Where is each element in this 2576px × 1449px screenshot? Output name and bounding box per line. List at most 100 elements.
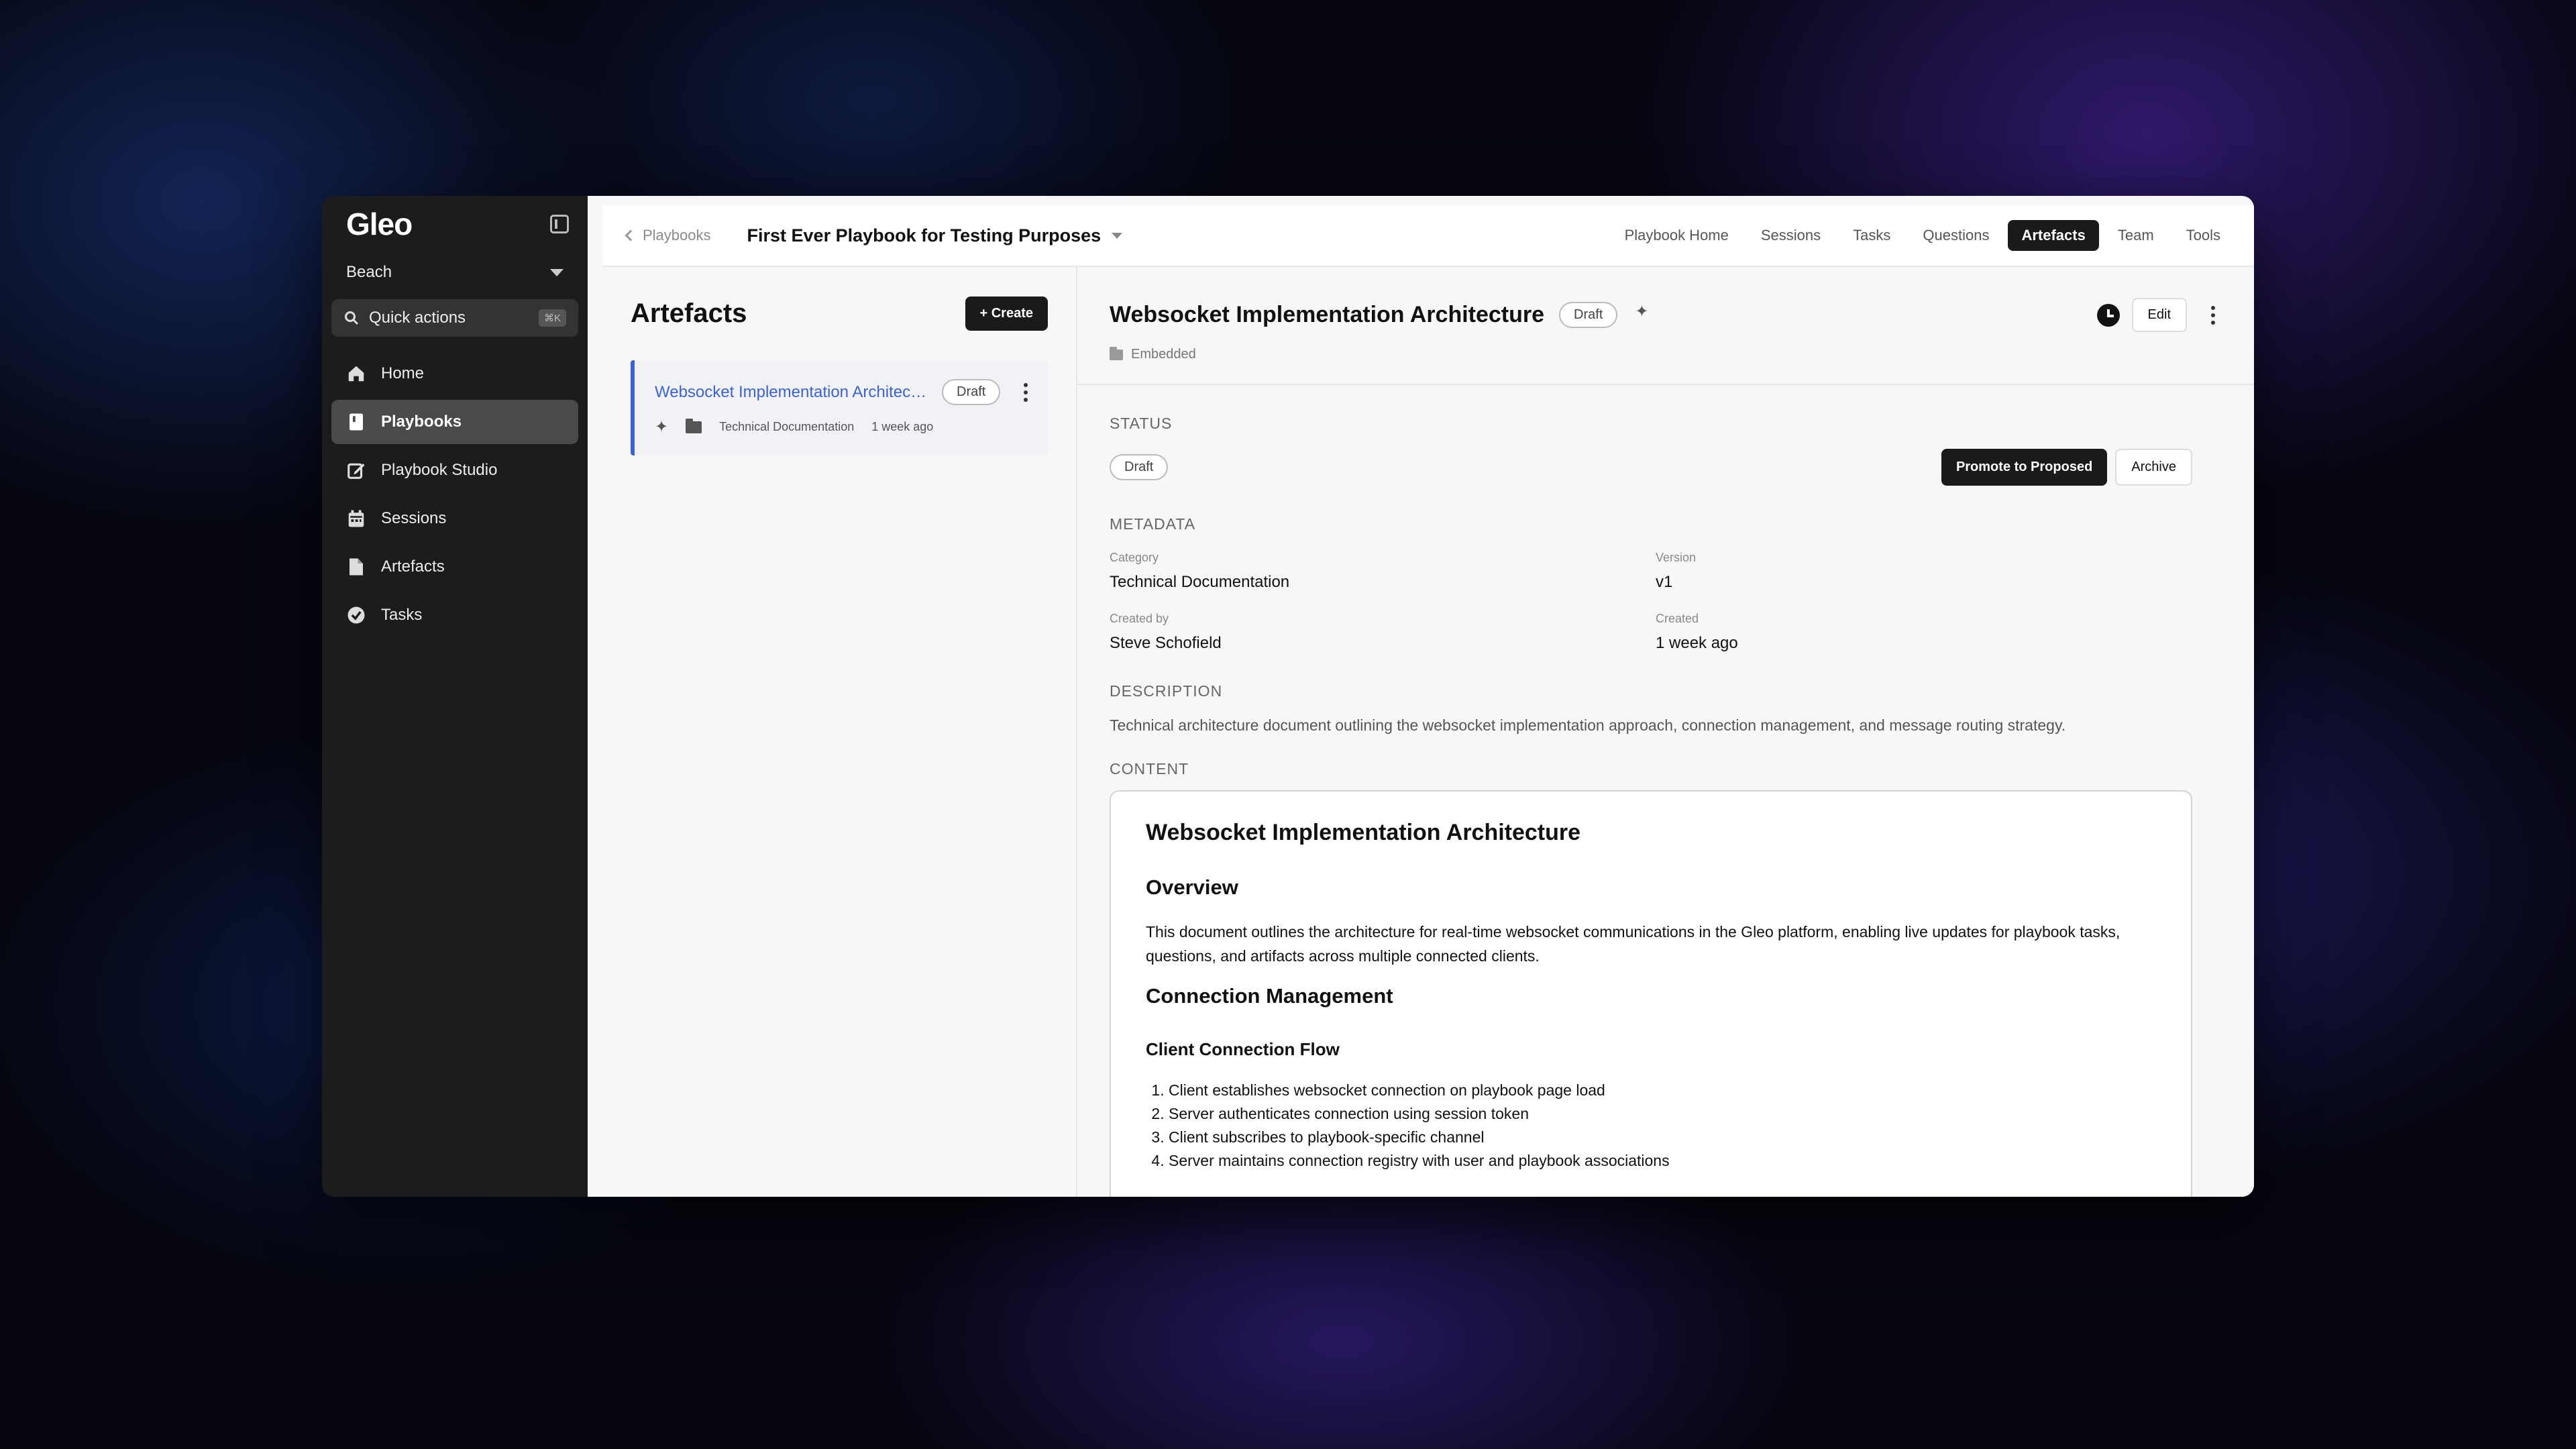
app-window: Gleo Beach Quick actions ⌘K Home Playboo… [322, 196, 2254, 1197]
sidebar-collapse-icon[interactable] [550, 215, 569, 233]
status-section-label: STATUS [1110, 415, 1173, 432]
meta-version: Version v1 [1656, 551, 2254, 592]
sidebar: Gleo Beach Quick actions ⌘K Home Playboo… [322, 196, 588, 1197]
status-badge: Draft [1559, 302, 1618, 328]
playbook-title: First Ever Playbook for Testing Purposes [747, 225, 1102, 246]
more-options-icon[interactable] [2207, 305, 2219, 325]
shortcut-badge: ⌘K [538, 309, 566, 327]
top-bar: Playbooks First Ever Playbook for Testin… [602, 205, 2254, 267]
meta-value: 1 week ago [1656, 634, 1738, 652]
history-icon[interactable] [2096, 303, 2120, 327]
meta-created: Created 1 week ago [1656, 612, 2254, 653]
promote-button[interactable]: Promote to Proposed [1941, 449, 2108, 486]
list-item: Client establishes websocket connection … [1169, 1079, 2156, 1102]
embedded-label: Embedded [1131, 347, 1196, 362]
content-heading: Websocket Implementation Architecture [1146, 820, 1581, 845]
sidebar-nav: Home Playbooks Playbook Studio Sessions … [331, 352, 578, 637]
tab-tasks[interactable]: Tasks [1839, 220, 1904, 251]
card-time: 1 week ago [871, 420, 934, 433]
home-icon [348, 366, 364, 382]
file-icon [350, 558, 363, 576]
artefact-list: Artefacts + Create Websocket Implementat… [602, 267, 1077, 1197]
meta-key: Category [1110, 551, 1159, 564]
more-options-icon[interactable] [1020, 382, 1032, 402]
status-badge: Draft [1110, 454, 1169, 480]
sidebar-item-tasks[interactable]: Tasks [331, 593, 578, 637]
card-title[interactable]: Websocket Implementation Architecture [655, 383, 930, 402]
content-viewer[interactable]: Websocket Implementation Architecture Ov… [1110, 790, 2192, 1197]
artefact-card[interactable]: Websocket Implementation Architecture Dr… [631, 360, 1048, 455]
content-paragraph: This document outlines the architecture … [1146, 923, 2121, 965]
workspace-name: Beach [346, 263, 392, 281]
sidebar-item-label: Tasks [381, 606, 423, 624]
tab-tools[interactable]: Tools [2173, 220, 2234, 251]
quick-actions-button[interactable]: Quick actions ⌘K [331, 299, 578, 337]
list-item: Server authenticates connection using se… [1169, 1102, 2156, 1126]
meta-value: Technical Documentation [1110, 573, 1290, 591]
content-list: Client establishes websocket connection … [1146, 1079, 2156, 1173]
tab-artefacts[interactable]: Artefacts [2008, 220, 2099, 251]
sidebar-item-label: Playbooks [381, 413, 462, 431]
breadcrumb[interactable]: Playbooks [625, 227, 711, 244]
meta-created-by: Created by Steve Schofield [1110, 612, 1656, 653]
workspace-selector[interactable]: Beach [331, 254, 578, 291]
meta-key: Created by [1110, 612, 1169, 625]
tab-team[interactable]: Team [2104, 220, 2167, 251]
search-icon [345, 311, 359, 325]
folder-icon [686, 418, 702, 433]
chevron-left-icon [625, 229, 637, 241]
card-category: Technical Documentation [719, 420, 855, 433]
detail-title: Websocket Implementation Architecture [1110, 302, 1545, 327]
app-logo: Gleo [346, 207, 413, 241]
calendar-icon [348, 510, 364, 527]
content-subheading: Overview [1146, 875, 1238, 899]
sidebar-item-home[interactable]: Home [331, 352, 578, 396]
chevron-down-icon [1112, 232, 1123, 239]
card-header: Websocket Implementation Architecture Dr… [655, 379, 1032, 405]
sidebar-item-artefacts[interactable]: Artefacts [331, 545, 578, 589]
metadata-section-label: METADATA [1110, 515, 1196, 533]
quick-actions-label: Quick actions [369, 309, 466, 327]
playbook-tabs: Playbook Home Sessions Tasks Questions A… [1611, 220, 2234, 251]
create-button[interactable]: + Create [965, 297, 1048, 331]
book-icon [350, 413, 363, 431]
content-area: Artefacts + Create Websocket Implementat… [602, 267, 2254, 1197]
content-subsubheading: Client Connection Flow [1146, 1039, 1340, 1059]
description-text: Technical architecture document outlinin… [1110, 716, 2066, 734]
tab-sessions[interactable]: Sessions [1748, 220, 1834, 251]
sidebar-item-playbook-studio[interactable]: Playbook Studio [331, 448, 578, 492]
meta-key: Version [1656, 551, 1697, 564]
list-item: Client subscribes to playbook-specific c… [1169, 1126, 2156, 1149]
tab-questions[interactable]: Questions [1909, 220, 2002, 251]
edit-icon [347, 463, 365, 479]
tab-playbook-home[interactable]: Playbook Home [1611, 220, 1742, 251]
playbook-selector[interactable]: First Ever Playbook for Testing Purposes [747, 225, 1123, 246]
meta-category: Category Technical Documentation [1110, 551, 1656, 592]
embedded-tag: Embedded [1110, 346, 2254, 362]
sidebar-item-sessions[interactable]: Sessions [331, 496, 578, 541]
meta-value: v1 [1656, 573, 1673, 591]
content-section-label: CONTENT [1110, 760, 1189, 777]
content-subheading: Connection Management [1146, 984, 1393, 1008]
archive-button[interactable]: Archive [2115, 449, 2192, 486]
description-section-label: DESCRIPTION [1110, 682, 1223, 700]
status-row: Draft Promote to Proposed Archive [1110, 449, 2254, 486]
divider [1077, 384, 2254, 385]
metadata-grid: Category Technical Documentation Version… [1110, 551, 2254, 653]
sidebar-item-label: Artefacts [381, 557, 445, 576]
list-title: Artefacts [631, 299, 747, 328]
list-header: Artefacts + Create [631, 297, 1048, 331]
main-panel: Playbooks First Ever Playbook for Testin… [602, 205, 2254, 1197]
sidebar-item-playbooks[interactable]: Playbooks [331, 400, 578, 444]
artefact-detail: Websocket Implementation Architecture Dr… [1077, 267, 2254, 1197]
detail-header: Websocket Implementation Architecture Dr… [1110, 298, 2254, 332]
edit-button[interactable]: Edit [2131, 298, 2187, 332]
folder-icon [1110, 346, 1123, 360]
list-item: Server maintains connection registry wit… [1169, 1149, 2156, 1173]
check-circle-icon [347, 606, 365, 624]
meta-key: Created [1656, 612, 1699, 625]
logo-row: Gleo [331, 196, 578, 252]
sparkle-icon[interactable]: ✦ [1635, 302, 1648, 321]
sparkle-icon: ✦ [655, 418, 669, 436]
breadcrumb-playbooks: Playbooks [643, 227, 711, 244]
